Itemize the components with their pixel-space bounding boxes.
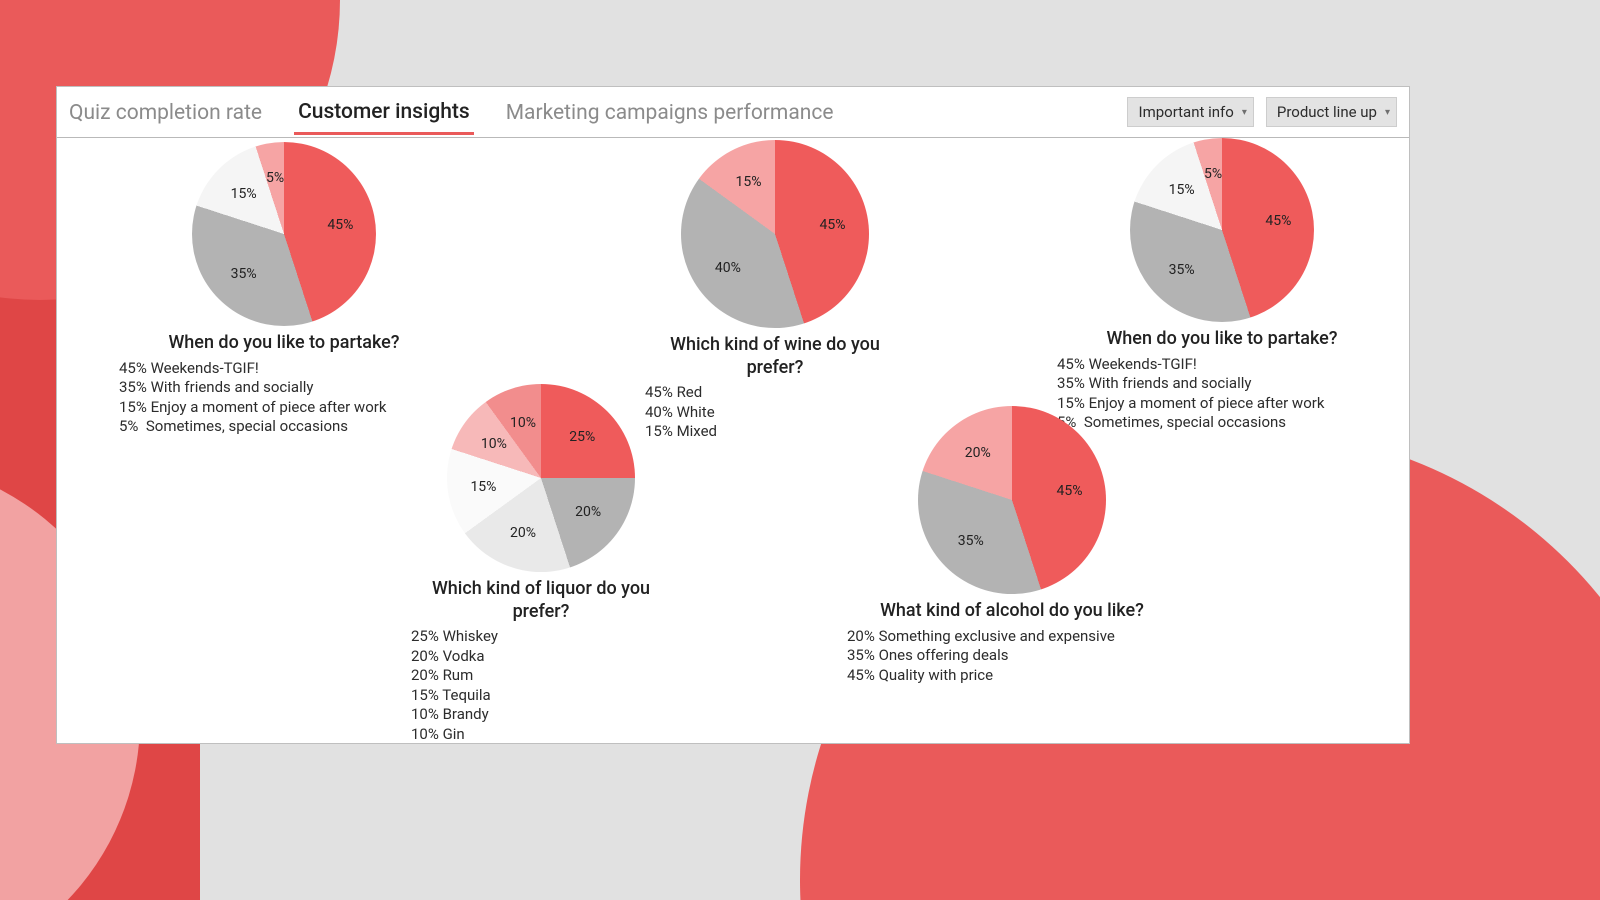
legend-item: 20% Something exclusive and expensive (847, 627, 1177, 647)
legend-item: 45% Quality with price (847, 666, 1177, 686)
chart-title: Which kind of wine do you prefer? (645, 334, 905, 379)
chart-panel: 45%35%20% What kind of alcohol do you lik… (847, 406, 1177, 685)
filters-group: Important info ▾ Product line up ▾ (1127, 97, 1397, 127)
chart-panel: 25%20%20%15%10%10% Which kind of liquor d… (411, 384, 671, 744)
chart-title: When do you like to partake? (1057, 328, 1387, 351)
legend-item: 45% Weekends-TGIF! (119, 359, 449, 379)
legend-item: 10% Gin (411, 725, 671, 745)
legend-item: 45% Weekends-TGIF! (1057, 355, 1387, 375)
tab-quiz-completion[interactable]: Quiz completion rate (65, 91, 266, 133)
chart-title: What kind of alcohol do you like? (847, 600, 1177, 623)
filter-product-lineup[interactable]: Product line up ▾ (1266, 97, 1397, 127)
chart-title: When do you like to partake? (119, 332, 449, 355)
filter-product-label: Product line up (1277, 103, 1377, 121)
chart-area: 45%35%15%5% When do you like to partake? 4… (57, 138, 1409, 744)
legend-item: 20% Vodka (411, 647, 671, 667)
pie-chart: 45%35%15%5% (192, 142, 376, 326)
legend-item: 15% Tequila (411, 686, 671, 706)
chart-panel: 45%40%15% Which kind of wine do you prefe… (645, 140, 905, 442)
legend-item: 25% Whiskey (411, 627, 671, 647)
pie-slices (918, 406, 1106, 594)
chevron-down-icon: ▾ (1242, 107, 1247, 118)
legend-item: 15% Enjoy a moment of piece after work (119, 398, 449, 418)
filter-important-label: Important info (1138, 103, 1233, 121)
chevron-down-icon: ▾ (1385, 107, 1390, 118)
page-background: Quiz completion rate Customer insights M… (0, 0, 1600, 900)
pie-slices (681, 140, 869, 328)
pie-chart: 45%40%15% (681, 140, 869, 328)
legend-item: 5% Sometimes, special occasions (119, 417, 449, 437)
tab-customer-insights[interactable]: Customer insights (294, 90, 474, 135)
pie-slices (447, 384, 635, 572)
legend-item: 10% Brandy (411, 705, 671, 725)
legend-item: 35% Ones offering deals (847, 646, 1177, 666)
legend-item: 20% Rum (411, 666, 671, 686)
dashboard-card: Quiz completion rate Customer insights M… (56, 86, 1410, 744)
legend-item: 35% With friends and socially (119, 378, 449, 398)
pie-slices (192, 142, 376, 326)
dashboard-topbar: Quiz completion rate Customer insights M… (57, 87, 1409, 138)
legend-item: 45% Red (645, 383, 905, 403)
chart-legend: 45% Weekends-TGIF!35% With friends and s… (119, 359, 449, 437)
chart-title: Which kind of liquor do you prefer? (411, 578, 671, 623)
chart-legend: 20% Something exclusive and expensive35%… (847, 627, 1177, 686)
chart-panel: 45%35%15%5% When do you like to partake? 4… (119, 142, 449, 437)
pie-chart: 45%35%20% (918, 406, 1106, 594)
tab-list: Quiz completion rate Customer insights M… (65, 90, 837, 135)
pie-slices (1130, 138, 1314, 322)
tab-marketing-campaigns[interactable]: Marketing campaigns performance (502, 91, 838, 133)
pie-chart: 45%35%15%5% (1130, 138, 1314, 322)
chart-legend: 25% Whiskey20% Vodka20% Rum15% Tequila10… (411, 627, 671, 744)
legend-item: 35% With friends and socially (1057, 374, 1387, 394)
chart-panel: 45%35%15%5% When do you like to partake? 4… (1057, 138, 1387, 433)
pie-chart: 25%20%20%15%10%10% (447, 384, 635, 572)
filter-important-info[interactable]: Important info ▾ (1127, 97, 1253, 127)
